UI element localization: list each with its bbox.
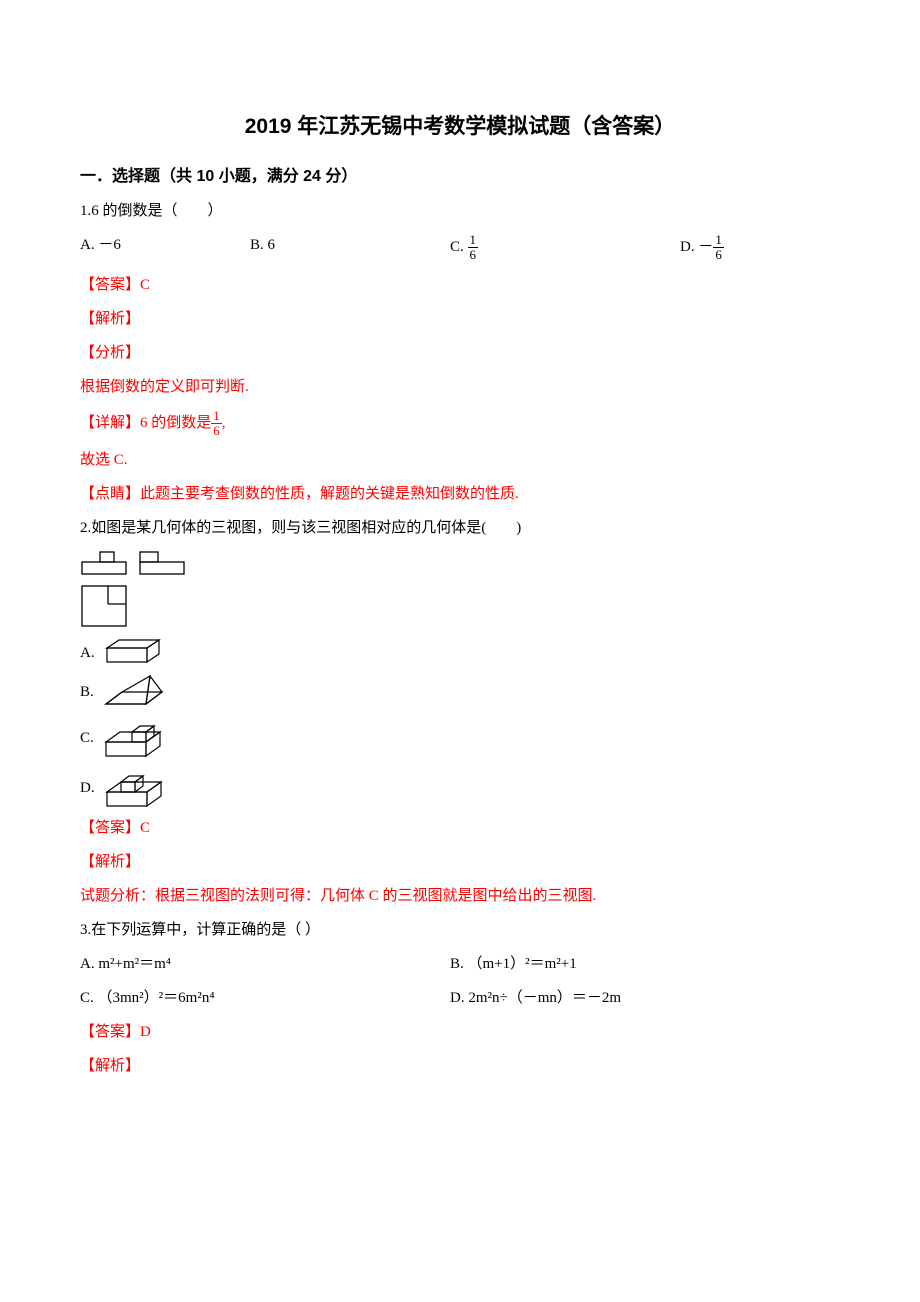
q2-a-label: A.: [80, 641, 95, 665]
q3-option-c: C. （3mn²）²＝6m²n⁴: [80, 986, 450, 1010]
q3-options-row2: C. （3mn²）²＝6m²n⁴ D. 2m²n÷（－mn）＝－2m: [80, 986, 840, 1010]
frac-den: 6: [211, 424, 222, 438]
q1-jiexi: 【解析】: [80, 307, 840, 331]
frac-num: 1: [713, 233, 724, 248]
q1-option-d: D. －16: [680, 233, 840, 263]
frac-den: 6: [713, 248, 724, 262]
frac-den: 6: [468, 248, 479, 262]
side-view-icon: [138, 550, 188, 578]
front-view-icon: [80, 550, 130, 578]
q1-detail: 【详解】6 的倒数是16,: [80, 409, 840, 439]
section-header: 一．选择题（共 10 小题，满分 24 分）: [80, 164, 840, 190]
wedge-icon: [102, 674, 166, 710]
q2-stem: 2.如图是某几何体的三视图，则与该三视图相对应的几何体是( ): [80, 516, 840, 540]
q1-stem: 1.6 的倒数是（ ）: [80, 199, 840, 223]
fraction: 16: [713, 233, 724, 263]
q2-answer: 【答案】C: [80, 816, 840, 840]
q1-option-c: C. 16: [450, 233, 680, 263]
q3-stem: 3.在下列运算中，计算正确的是（ ）: [80, 918, 840, 942]
q1-answer: 【答案】C: [80, 273, 840, 297]
fraction: 16: [211, 409, 222, 439]
cuboid-icon: [103, 638, 163, 668]
q2-three-views: [80, 550, 840, 578]
q1-fenxi-text: 根据倒数的定义即可判断.: [80, 375, 840, 399]
frac-num: 1: [211, 409, 222, 424]
q1-fenxi: 【分析】: [80, 341, 840, 365]
q1-detail-suffix: ,: [222, 415, 226, 431]
q3-option-b: B. （m+1）²＝m²+1: [450, 952, 840, 976]
q3-answer: 【答案】D: [80, 1020, 840, 1044]
q1-option-a: A. －6: [80, 233, 250, 263]
q3-option-a: A. m²+m²＝m⁴: [80, 952, 450, 976]
q2-d-label: D.: [80, 776, 95, 800]
q1-detail-prefix: 【详解】6 的倒数是: [80, 415, 211, 431]
q2-c-label: C.: [80, 726, 94, 750]
q1-conclude: 故选 C.: [80, 448, 840, 472]
q2-option-c: C.: [80, 716, 840, 760]
step-solid-d-icon: [103, 766, 169, 810]
q1-option-b: B. 6: [250, 233, 450, 263]
q2-top-view: [80, 584, 840, 630]
step-solid-c-icon: [102, 716, 168, 760]
q1-c-prefix: C.: [450, 239, 468, 255]
page-title: 2019 年江苏无锡中考数学模拟试题（含答案）: [80, 110, 840, 144]
fraction: 16: [468, 233, 479, 263]
q2-jiexi: 【解析】: [80, 850, 840, 874]
top-view-icon: [80, 584, 130, 630]
q2-b-label: B.: [80, 680, 94, 704]
q3-jiexi: 【解析】: [80, 1054, 840, 1078]
q3-option-d: D. 2m²n÷（－mn）＝－2m: [450, 986, 840, 1010]
q1-dianjing: 【点睛】此题主要考查倒数的性质，解题的关键是熟知倒数的性质.: [80, 482, 840, 506]
q3-options-row1: A. m²+m²＝m⁴ B. （m+1）²＝m²+1: [80, 952, 840, 976]
q1-options: A. －6 B. 6 C. 16 D. －16: [80, 233, 840, 263]
q2-option-b: B.: [80, 674, 840, 710]
q2-option-d: D.: [80, 766, 840, 810]
q1-d-prefix: D. －: [680, 239, 713, 255]
frac-num: 1: [468, 233, 479, 248]
q2-option-a: A.: [80, 638, 840, 668]
q2-analysis: 试题分析：根据三视图的法则可得：几何体 C 的三视图就是图中给出的三视图.: [80, 884, 840, 908]
